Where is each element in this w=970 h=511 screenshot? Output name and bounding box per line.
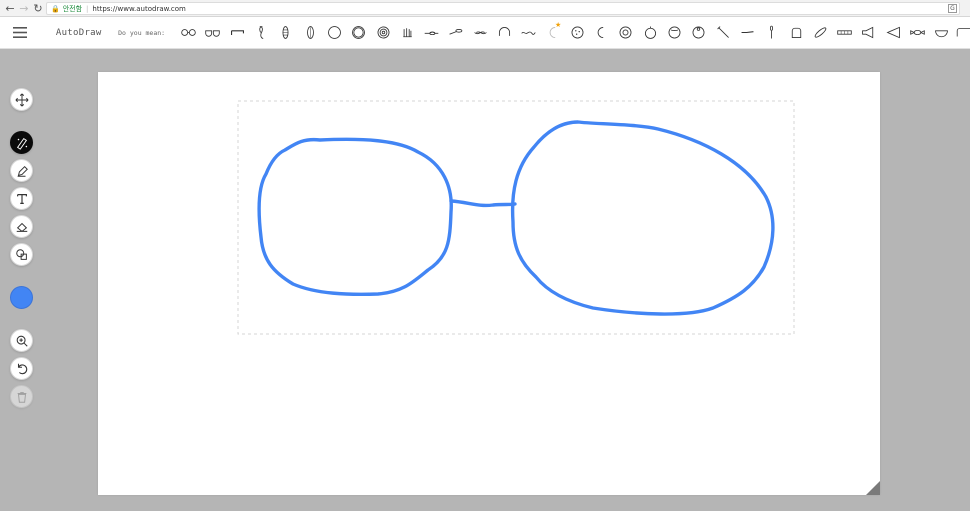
suggestion-partial-icon[interactable] bbox=[954, 21, 970, 45]
suggestion-label: Do you mean: bbox=[118, 28, 166, 37]
suggestion-bead-icon[interactable] bbox=[249, 21, 273, 45]
selection-bounds bbox=[237, 100, 795, 335]
glasses-left-lens bbox=[257, 137, 453, 297]
glasses-bridge bbox=[449, 199, 517, 208]
lock-icon: 🔒 bbox=[51, 4, 60, 13]
undo-icon bbox=[17, 363, 27, 374]
suggestion-sword-icon[interactable] bbox=[711, 21, 735, 45]
address-separator: | bbox=[86, 4, 89, 13]
suggestion-cookie-icon[interactable] bbox=[565, 21, 589, 45]
delete-button[interactable] bbox=[10, 385, 33, 408]
suggestion-moon-star-icon[interactable]: ★ bbox=[541, 21, 565, 45]
url-text[interactable]: https://www.autodraw.com bbox=[92, 5, 185, 13]
suggestion-ring-icon[interactable] bbox=[347, 21, 371, 45]
text-icon bbox=[16, 193, 27, 204]
suggestion-harmonica-icon[interactable] bbox=[833, 21, 857, 45]
suggestion-baguette-icon[interactable] bbox=[808, 21, 832, 45]
suggestion-strip: ★ bbox=[177, 21, 970, 45]
suggestion-sunglasses-icon[interactable] bbox=[201, 21, 225, 45]
suggestion-circle-icon[interactable] bbox=[322, 21, 346, 45]
star-icon: ★ bbox=[554, 20, 562, 29]
suggestion-candy-icon[interactable] bbox=[905, 21, 929, 45]
autodraw-icon bbox=[16, 137, 27, 150]
trash-icon bbox=[17, 391, 26, 403]
suggestion-megaphone-icon[interactable] bbox=[857, 21, 881, 45]
suggestion-bread-icon[interactable] bbox=[784, 21, 808, 45]
browser-toolbar: ← → ↻ 🔒 안전함 | https://www.autodraw.com G bbox=[0, 0, 970, 17]
suggestion-fries-icon[interactable] bbox=[395, 21, 419, 45]
fill-tool-button[interactable] bbox=[10, 215, 33, 238]
suggestion-flag-icon[interactable] bbox=[881, 21, 905, 45]
app-logo: AutoDraw bbox=[55, 27, 102, 38]
suggestion-crescent-icon[interactable] bbox=[590, 21, 614, 45]
address-bar[interactable]: 🔒 안전함 | https://www.autodraw.com G bbox=[46, 2, 960, 15]
suggestion-helmet-icon[interactable] bbox=[492, 21, 516, 45]
back-icon[interactable]: ← bbox=[3, 1, 17, 15]
suggestion-mustache-icon[interactable] bbox=[468, 21, 492, 45]
pencil-icon bbox=[17, 165, 28, 177]
suggestion-pinecone-icon[interactable] bbox=[274, 21, 298, 45]
suggestion-apple-icon[interactable] bbox=[638, 21, 662, 45]
secure-label: 안전함 bbox=[62, 4, 83, 13]
suggestion-glasses-icon[interactable] bbox=[177, 21, 201, 45]
suggestion-fruit-icon[interactable] bbox=[687, 21, 711, 45]
move-icon bbox=[15, 93, 28, 106]
autodraw-tool-button[interactable] bbox=[10, 131, 33, 154]
color-picker-button[interactable] bbox=[10, 286, 33, 309]
forward-icon[interactable]: → bbox=[17, 1, 31, 15]
bucket-icon bbox=[16, 222, 27, 232]
menu-button[interactable] bbox=[0, 17, 41, 49]
suggestion-spoon-icon[interactable] bbox=[444, 21, 468, 45]
zoom-icon bbox=[16, 335, 28, 347]
suggestion-bowl-icon[interactable] bbox=[930, 21, 954, 45]
suggestion-sponge-icon[interactable] bbox=[419, 21, 443, 45]
suggestion-spoon-vertical-icon[interactable] bbox=[760, 21, 784, 45]
suggestion-target-icon[interactable] bbox=[371, 21, 395, 45]
canvas-resize-handle[interactable] bbox=[866, 481, 880, 495]
suggestion-donut-icon[interactable] bbox=[614, 21, 638, 45]
app-header: AutoDraw Do you mean: ★ bbox=[0, 17, 970, 49]
translate-icon[interactable]: G bbox=[948, 4, 957, 13]
glasses-right-lens bbox=[510, 120, 775, 316]
drawing-svg bbox=[237, 100, 795, 335]
undo-button[interactable] bbox=[10, 357, 33, 380]
move-tool-button[interactable] bbox=[10, 88, 33, 111]
suggestion-capsule-icon[interactable] bbox=[298, 21, 322, 45]
suggestion-pumpkin-icon[interactable] bbox=[662, 21, 686, 45]
suggestion-knife-icon[interactable] bbox=[735, 21, 759, 45]
drawing-canvas[interactable] bbox=[98, 72, 880, 495]
draw-tool-button[interactable] bbox=[10, 159, 33, 182]
suggestion-eyebrow-icon[interactable] bbox=[225, 21, 249, 45]
reload-icon[interactable]: ↻ bbox=[31, 1, 45, 15]
suggestion-worm-icon[interactable] bbox=[517, 21, 541, 45]
zoom-tool-button[interactable] bbox=[10, 329, 33, 352]
hamburger-icon bbox=[13, 27, 28, 38]
shape-tool-button[interactable] bbox=[10, 243, 33, 266]
type-tool-button[interactable] bbox=[10, 187, 33, 210]
shapes-icon bbox=[15, 248, 27, 260]
